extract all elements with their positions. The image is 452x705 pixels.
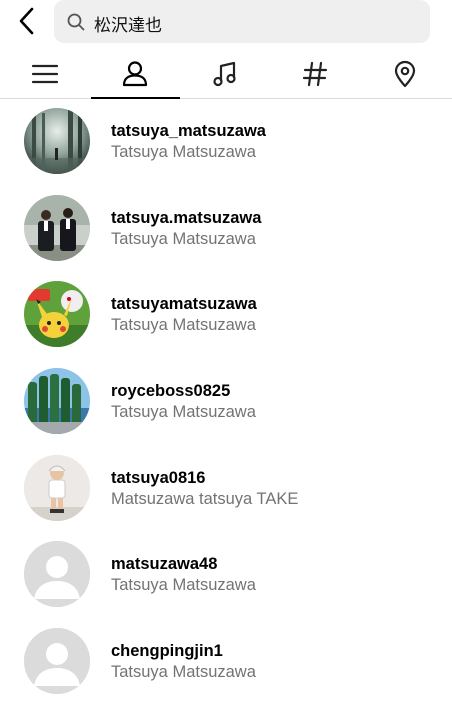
person-icon — [122, 61, 148, 87]
username: matsuzawa48 — [111, 555, 218, 574]
bottles-photo-image — [24, 368, 90, 435]
search-query-text: 松沢達也 — [94, 16, 162, 35]
avatar[interactable] — [24, 108, 90, 174]
music-note-icon — [213, 61, 236, 87]
tab-audio[interactable] — [180, 52, 270, 98]
username: tatsuya0816 — [111, 468, 206, 487]
location-pin-icon — [394, 60, 416, 88]
account-row[interactable]: chengpingjin1 Tatsuya Matsuzawa — [0, 618, 452, 705]
default-avatar-icon — [24, 628, 90, 695]
full-name: Tatsuya Matsuzawa — [111, 316, 256, 335]
username: royceboss0825 — [111, 382, 231, 401]
account-row[interactable]: tatsuya.matsuzawa Tatsuya Matsuzawa — [0, 185, 452, 272]
avatar[interactable] — [24, 194, 90, 261]
full-name: Tatsuya Matsuzawa — [111, 229, 256, 248]
forest-photo-image — [24, 108, 90, 174]
search-results-list: tatsuya_matsuzawa Tatsuya Matsuzawa tats… — [0, 98, 452, 705]
tab-top[interactable] — [0, 52, 90, 98]
full-name: Tatsuya Matsuzawa — [111, 403, 256, 422]
full-name: Tatsuya Matsuzawa — [111, 663, 256, 682]
menu-icon — [31, 64, 59, 84]
search-tabs — [0, 52, 452, 99]
chevron-left-icon — [19, 7, 34, 35]
hashtag-icon — [302, 61, 328, 87]
account-row[interactable]: tatsuya_matsuzawa Tatsuya Matsuzawa — [0, 98, 452, 185]
search-header: 松沢達也 — [0, 0, 452, 48]
child-photo-image — [24, 454, 90, 521]
account-row[interactable]: royceboss0825 Tatsuya Matsuzawa — [0, 358, 452, 445]
full-name: Tatsuya Matsuzawa — [111, 576, 256, 595]
full-name: Tatsuya Matsuzawa — [111, 143, 256, 161]
avatar[interactable] — [24, 628, 90, 695]
search-input[interactable]: 松沢達也 — [54, 0, 430, 43]
full-name: Matsuzawa tatsuya TAKE — [111, 489, 299, 508]
default-avatar-icon — [24, 541, 90, 608]
account-row[interactable]: tatsuya0816 Matsuzawa tatsuya TAKE — [0, 445, 452, 532]
avatar[interactable] — [24, 541, 90, 608]
tab-tags[interactable] — [270, 52, 360, 98]
tab-places[interactable] — [360, 52, 450, 98]
back-button[interactable] — [14, 6, 42, 36]
account-row[interactable]: matsuzawa48 Tatsuya Matsuzawa — [0, 531, 452, 618]
username: chengpingjin1 — [111, 642, 223, 661]
avatar[interactable] — [24, 281, 90, 348]
account-row[interactable]: tatsuyamatsuzawa Tatsuya Matsuzawa — [0, 271, 452, 358]
avatar[interactable] — [24, 454, 90, 521]
avatar[interactable] — [24, 368, 90, 435]
username: tatsuyamatsuzawa — [111, 295, 257, 314]
search-icon — [67, 13, 85, 31]
tab-accounts[interactable] — [90, 52, 180, 99]
pikachu-photo-image — [24, 281, 90, 348]
username: tatsuya_matsuzawa — [111, 122, 266, 140]
username: tatsuya.matsuzawa — [111, 208, 262, 227]
two-people-photo-image — [24, 194, 90, 261]
